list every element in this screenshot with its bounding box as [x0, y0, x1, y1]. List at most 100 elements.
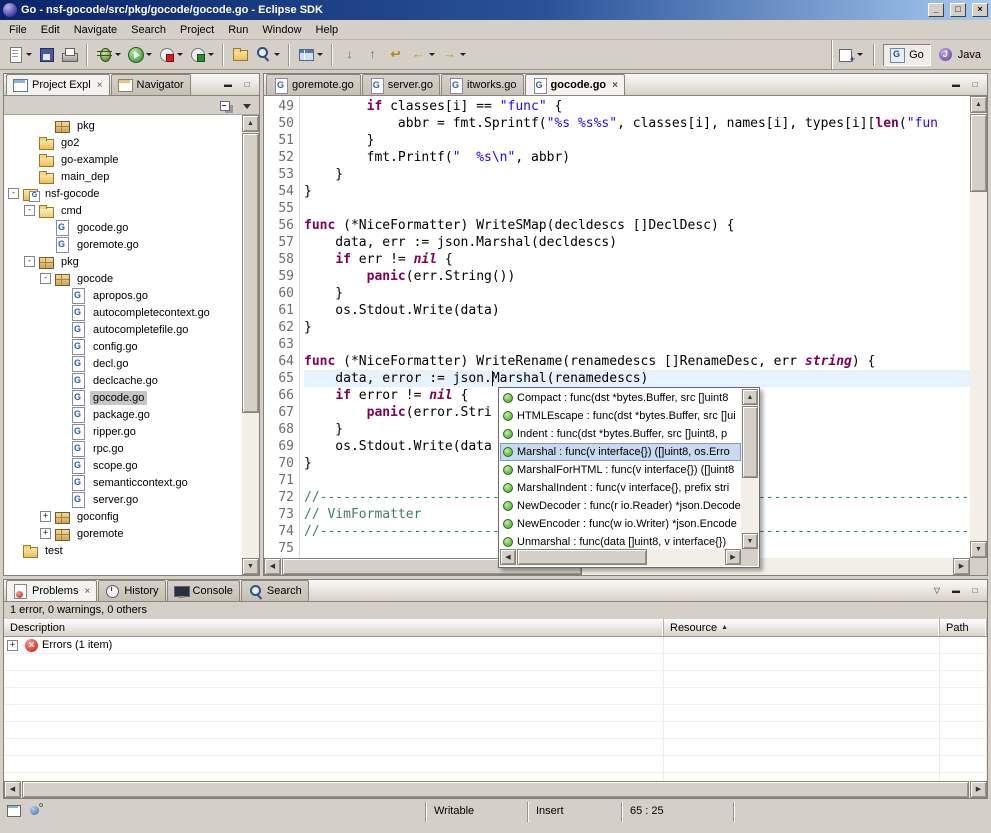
minimize-view-icon[interactable]: ▬: [948, 78, 964, 92]
tree-item-ripper-go[interactable]: ripper.go: [4, 423, 242, 440]
minus-expander-icon[interactable]: -: [40, 273, 51, 284]
code-line-49[interactable]: if classes[i] == "func" {: [304, 98, 970, 115]
scroll-left-icon[interactable]: ◀: [4, 781, 21, 798]
tree-item-pkg[interactable]: -pkg: [4, 253, 242, 270]
column-header-description[interactable]: Description: [4, 619, 664, 636]
dropdown-arrow-icon[interactable]: [857, 53, 863, 56]
scroll-right-icon[interactable]: ▶: [953, 558, 970, 575]
new-snippet-button[interactable]: [296, 44, 325, 65]
completion-item[interactable]: NewDecoder : func(r io.Reader) *json.Dec…: [500, 497, 741, 515]
tree-item-pkg[interactable]: pkg: [4, 117, 242, 134]
completion-horizontal-scrollbar[interactable]: ◀ ▶: [500, 549, 741, 566]
completion-item[interactable]: Marshal : func(v interface{}) ([]uint8, …: [500, 443, 741, 461]
problems-horizontal-scrollbar[interactable]: ◀ ▶: [4, 781, 987, 798]
explorer-tab-project-expl[interactable]: Project Expl×: [6, 74, 110, 95]
code-line-54[interactable]: }: [304, 183, 970, 200]
title-bar[interactable]: Go - nsf-gocode/src/pkg/gocode/gocode.go…: [0, 0, 991, 20]
view-tab-history[interactable]: History: [98, 580, 165, 601]
tree-item-gocode-go[interactable]: gocode.go: [4, 219, 242, 236]
new-wizard-button[interactable]: [5, 44, 34, 65]
minus-expander-icon[interactable]: -: [24, 205, 35, 216]
tree-item-main-dep[interactable]: main_dep: [4, 168, 242, 185]
dropdown-arrow-icon[interactable]: [26, 53, 32, 56]
editor-tab-server-go[interactable]: server.go: [362, 74, 440, 95]
editor-tab-itworks-go[interactable]: itworks.go: [441, 74, 524, 95]
close-button[interactable]: ×: [972, 3, 988, 17]
close-tab-icon[interactable]: ×: [612, 80, 618, 91]
tree-item-scope-go[interactable]: scope.go: [4, 457, 242, 474]
code-line-52[interactable]: fmt.Printf(" %s\n", abbr): [304, 149, 970, 166]
tree-item-go2[interactable]: go2: [4, 134, 242, 151]
scrollbar-thumb[interactable]: [22, 781, 969, 798]
tree-item-autocompletefile-go[interactable]: autocompletefile.go: [4, 321, 242, 338]
code-line-53[interactable]: }: [304, 166, 970, 183]
scroll-right-icon[interactable]: ▶: [725, 549, 741, 565]
scroll-down-icon[interactable]: ▼: [242, 558, 259, 575]
tree-item-goconfig[interactable]: +goconfig: [4, 508, 242, 525]
problems-row[interactable]: +Errors (1 item): [4, 637, 987, 654]
search-button[interactable]: [253, 44, 282, 65]
completion-item[interactable]: NewEncoder : func(w io.Writer) *json.Enc…: [500, 515, 741, 533]
scroll-left-icon[interactable]: ◀: [500, 549, 516, 565]
tree-vertical-scrollbar[interactable]: ▲ ▼: [242, 115, 259, 575]
tree-item-test[interactable]: test: [4, 542, 242, 559]
menu-project[interactable]: Project: [173, 21, 221, 39]
forward-button[interactable]: [439, 44, 468, 65]
tree-item-gocode[interactable]: -gocode: [4, 270, 242, 287]
menu-help[interactable]: Help: [309, 21, 346, 39]
minus-expander-icon[interactable]: -: [8, 188, 19, 199]
maximize-view-icon[interactable]: □: [967, 78, 983, 92]
debug-button[interactable]: [94, 44, 123, 65]
tree-item-nsf-gocode[interactable]: -nsf-gocode: [4, 185, 242, 202]
minimize-view-icon[interactable]: ▬: [948, 584, 964, 598]
minus-expander-icon[interactable]: -: [24, 256, 35, 267]
dropdown-arrow-icon[interactable]: [460, 53, 466, 56]
plus-expander-icon[interactable]: +: [40, 511, 51, 522]
maximize-view-icon[interactable]: □: [239, 78, 255, 92]
menu-edit[interactable]: Edit: [34, 21, 67, 39]
collapse-all-icon[interactable]: [220, 99, 234, 112]
completion-item[interactable]: MarshalForHTML : func(v interface{}) ([]…: [500, 461, 741, 479]
dropdown-arrow-icon[interactable]: [429, 53, 435, 56]
close-tab-icon[interactable]: ×: [84, 586, 90, 597]
scroll-up-icon[interactable]: ▲: [242, 115, 259, 132]
dropdown-arrow-icon[interactable]: [146, 53, 152, 56]
perspective-java-button[interactable]: Java: [933, 44, 987, 66]
dropdown-arrow-icon[interactable]: [208, 53, 214, 56]
view-tab-console[interactable]: Console: [167, 580, 240, 601]
completion-item[interactable]: HTMLEscape : func(dst *bytes.Buffer, src…: [500, 407, 741, 425]
dropdown-arrow-icon[interactable]: [115, 53, 121, 56]
scroll-up-icon[interactable]: ▲: [742, 389, 758, 405]
tree-item-config-go[interactable]: config.go: [4, 338, 242, 355]
plus-expander-icon[interactable]: +: [7, 640, 18, 651]
tree-item-semanticcontext-go[interactable]: semanticcontext.go: [4, 474, 242, 491]
code-line-59[interactable]: panic(err.String()): [304, 268, 970, 285]
code-line-55[interactable]: [304, 200, 970, 217]
code-line-60[interactable]: }: [304, 285, 970, 302]
editor-vertical-scrollbar[interactable]: ▲ ▼: [970, 96, 987, 558]
tree-item-autocompletecontext-go[interactable]: autocompletecontext.go: [4, 304, 242, 321]
tree-item-goremote[interactable]: +goremote: [4, 525, 242, 542]
tree-item-decl-go[interactable]: decl.go: [4, 355, 242, 372]
print-button[interactable]: [59, 44, 80, 65]
plus-expander-icon[interactable]: +: [40, 528, 51, 539]
menu-window[interactable]: Window: [255, 21, 308, 39]
back-button[interactable]: [408, 44, 437, 65]
minimize-view-icon[interactable]: ▬: [220, 78, 236, 92]
editor-tab-goremote-go[interactable]: goremote.go: [266, 74, 361, 95]
scrollbar-thumb[interactable]: [517, 549, 647, 565]
code-line-65[interactable]: data, error := json.Marshal(renamedescs): [304, 370, 970, 387]
completion-item[interactable]: Unmarshal : func(data []uint8, v interfa…: [500, 533, 741, 549]
code-line-56[interactable]: func (*NiceFormatter) WriteSMap(decldesc…: [304, 217, 970, 234]
menu-search[interactable]: Search: [124, 21, 173, 39]
menu-navigate[interactable]: Navigate: [67, 21, 124, 39]
scroll-right-icon[interactable]: ▶: [970, 781, 987, 798]
external-tools-button[interactable]: [187, 44, 216, 65]
dropdown-arrow-icon[interactable]: [177, 53, 183, 56]
open-perspective-button[interactable]: [837, 46, 865, 64]
open-resource-button[interactable]: [230, 44, 251, 65]
perspective-go-button[interactable]: Go: [883, 44, 931, 66]
next-annotation-button[interactable]: [339, 44, 360, 65]
tree-item-declcache-go[interactable]: declcache.go: [4, 372, 242, 389]
menu-run[interactable]: Run: [221, 21, 255, 39]
